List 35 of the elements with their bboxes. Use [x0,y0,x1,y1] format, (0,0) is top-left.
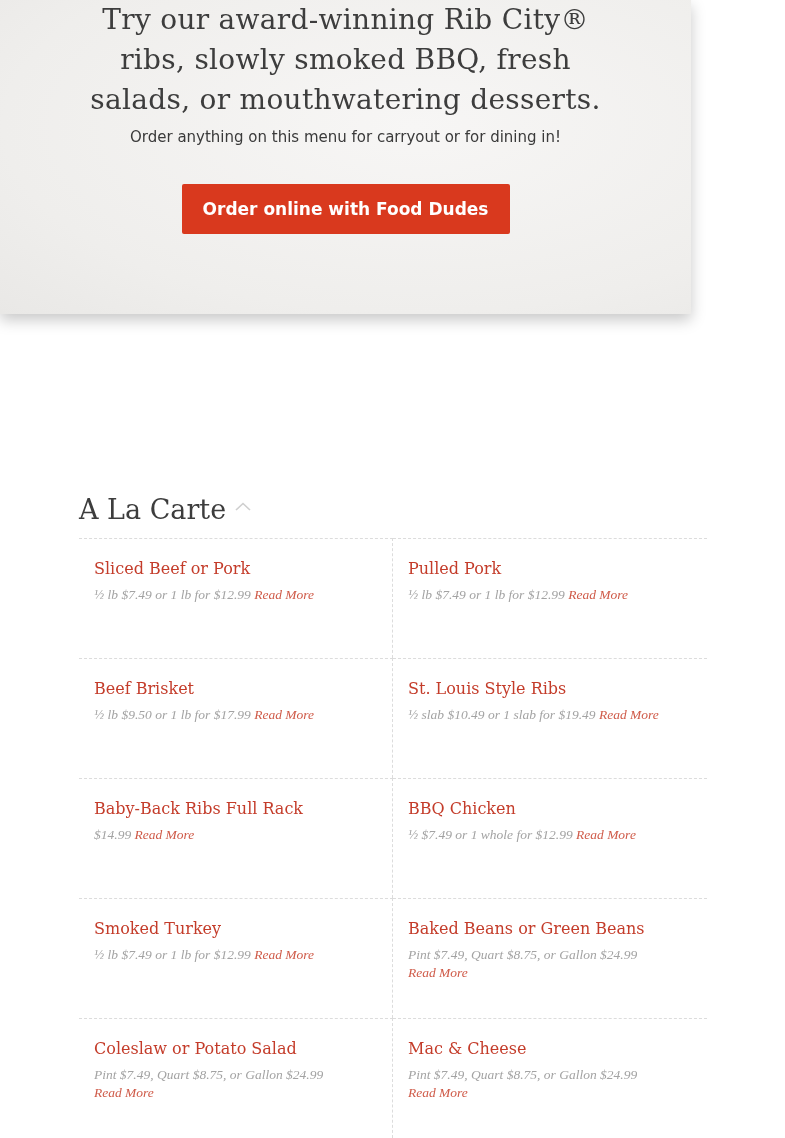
read-more-link[interactable]: Read More [576,827,636,842]
chevron-icon[interactable] [235,501,252,511]
item-description: ½ lb $7.49 or 1 lb for $12.99 Read More [94,946,315,964]
item-description: Pint $7.49, Quart $8.75, or Gallon $24.99 Read More [408,1066,639,1102]
read-more-link[interactable]: Read More [134,827,195,842]
item-name: Smoked Turkey [94,918,223,940]
item-description: ½ lb $7.49 or 1 lb for $12.99 Read More [94,586,315,604]
item-description: ½ lb $7.49 or 1 lb for $12.99 Read More [408,586,629,604]
hero-subtext: Order anything on this menu for carryout or for dining in! [129,127,562,148]
section-title: A La Carte [79,493,227,527]
read-more-link[interactable]: Read More [568,587,628,602]
item-name: Beef Brisket [94,678,196,700]
item-description: ½ lb $9.50 or 1 lb for $17.99 Read More [94,706,315,724]
read-more-link[interactable]: Read More [254,707,314,722]
item-name: Sliced Beef or Pork [94,558,252,580]
item-name: Mac & Cheese [408,1038,528,1060]
item-name: Baked Beans or Green Beans [408,918,646,940]
read-more-link[interactable]: Read More [408,1085,468,1100]
read-more-link[interactable]: Read More [598,707,659,722]
item-name: Baby-Back Ribs Full Rack [94,798,305,820]
item-description: Pint $7.49, Quart $8.75, or Gallon $24.99 Read More [408,946,639,982]
read-more-link[interactable]: Read More [254,587,314,602]
item-name: St. Louis Style Ribs [408,678,568,700]
item-description: ½ $7.49 or 1 whole for $12.99 Read More [408,826,637,844]
item-name: Coleslaw or Potato Salad [94,1038,298,1060]
item-description: ½ slab $10.49 or 1 slab for $19.49 Read More [408,706,660,724]
item-name: Pulled Pork [408,558,503,580]
hero-heading: Try our award-winning Rib City® ribs, slowly smoked BBQ, fresh salads, or mouthwatering desserts. [89,2,602,118]
item-name: BBQ Chicken [408,798,517,820]
item-description: Pint $7.49, Quart $8.75, or Gallon $24.99 Read More [94,1066,325,1102]
read-more-link[interactable]: Read More [94,1085,154,1100]
item-description: $14.99 Read More [94,826,196,844]
order-online-button[interactable]: Order online with Food Dudes [181,184,510,234]
read-more-link[interactable]: Read More [254,947,314,962]
read-more-link[interactable]: Read More [408,965,468,980]
